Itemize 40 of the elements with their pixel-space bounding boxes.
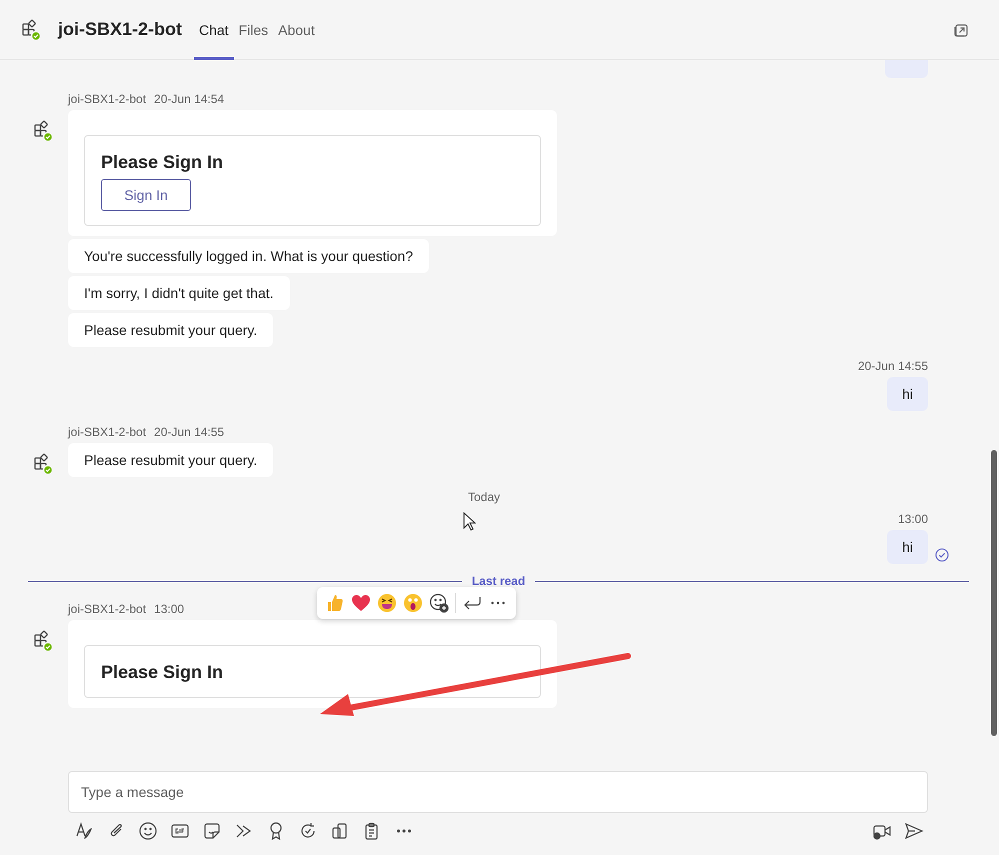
message-bubble: Please resubmit your query. xyxy=(68,443,274,477)
message-time: 13:00 xyxy=(154,602,184,616)
send-icon[interactable] xyxy=(904,821,924,841)
bot-title: joi-SBX1-2-bot xyxy=(58,19,182,40)
format-icon[interactable] xyxy=(74,821,94,841)
heart-icon[interactable] xyxy=(351,593,371,613)
message-bubble: You're successfully logged in. What is your question? xyxy=(68,239,430,273)
add-reaction-icon[interactable] xyxy=(429,593,449,613)
card-title: Please Sign In xyxy=(101,662,224,683)
sticker-icon[interactable] xyxy=(202,821,222,841)
card-title: Please Sign In xyxy=(101,152,224,173)
bot-avatar-icon xyxy=(34,120,54,142)
message-time: 20-Jun 14:55 xyxy=(154,425,224,439)
thumbs-up-icon[interactable] xyxy=(325,593,345,613)
sender-name: joi-SBX1-2-bot xyxy=(68,92,146,106)
message-input[interactable]: Type a message xyxy=(68,771,928,813)
message-bubble: Please resubmit your query. xyxy=(68,313,274,347)
tab[interactable]: Files xyxy=(234,0,274,60)
bot-avatar-icon xyxy=(34,630,54,652)
tab[interactable]: Chat xyxy=(194,0,234,60)
date-divider: Today xyxy=(468,490,500,504)
bot-avatar-icon xyxy=(22,18,42,40)
tab[interactable]: About xyxy=(273,0,320,60)
message-time: 13:00 xyxy=(898,512,928,526)
message-time: 20-Jun 14:54 xyxy=(154,92,224,106)
surprised-face-icon[interactable] xyxy=(403,593,423,613)
sign-in-button[interactable]: Sign In xyxy=(101,179,191,211)
last-read-label: Last read xyxy=(472,574,526,588)
pop-out-icon[interactable] xyxy=(953,22,969,38)
message-bubble: I'm sorry, I didn't quite get that. xyxy=(68,276,290,310)
laughing-face-icon[interactable] xyxy=(377,593,397,613)
scrollbar[interactable] xyxy=(991,450,997,736)
message-bubble: hi xyxy=(887,530,928,564)
emoji-icon[interactable] xyxy=(138,821,158,841)
mouse-cursor-icon xyxy=(463,512,476,531)
sender-name: joi-SBX1-2-bot xyxy=(68,602,146,616)
sender-name: joi-SBX1-2-bot xyxy=(68,425,146,439)
bot-avatar-icon xyxy=(34,453,54,475)
message-bubble: hi xyxy=(887,377,928,411)
message-time: 20-Jun 14:55 xyxy=(858,359,928,373)
